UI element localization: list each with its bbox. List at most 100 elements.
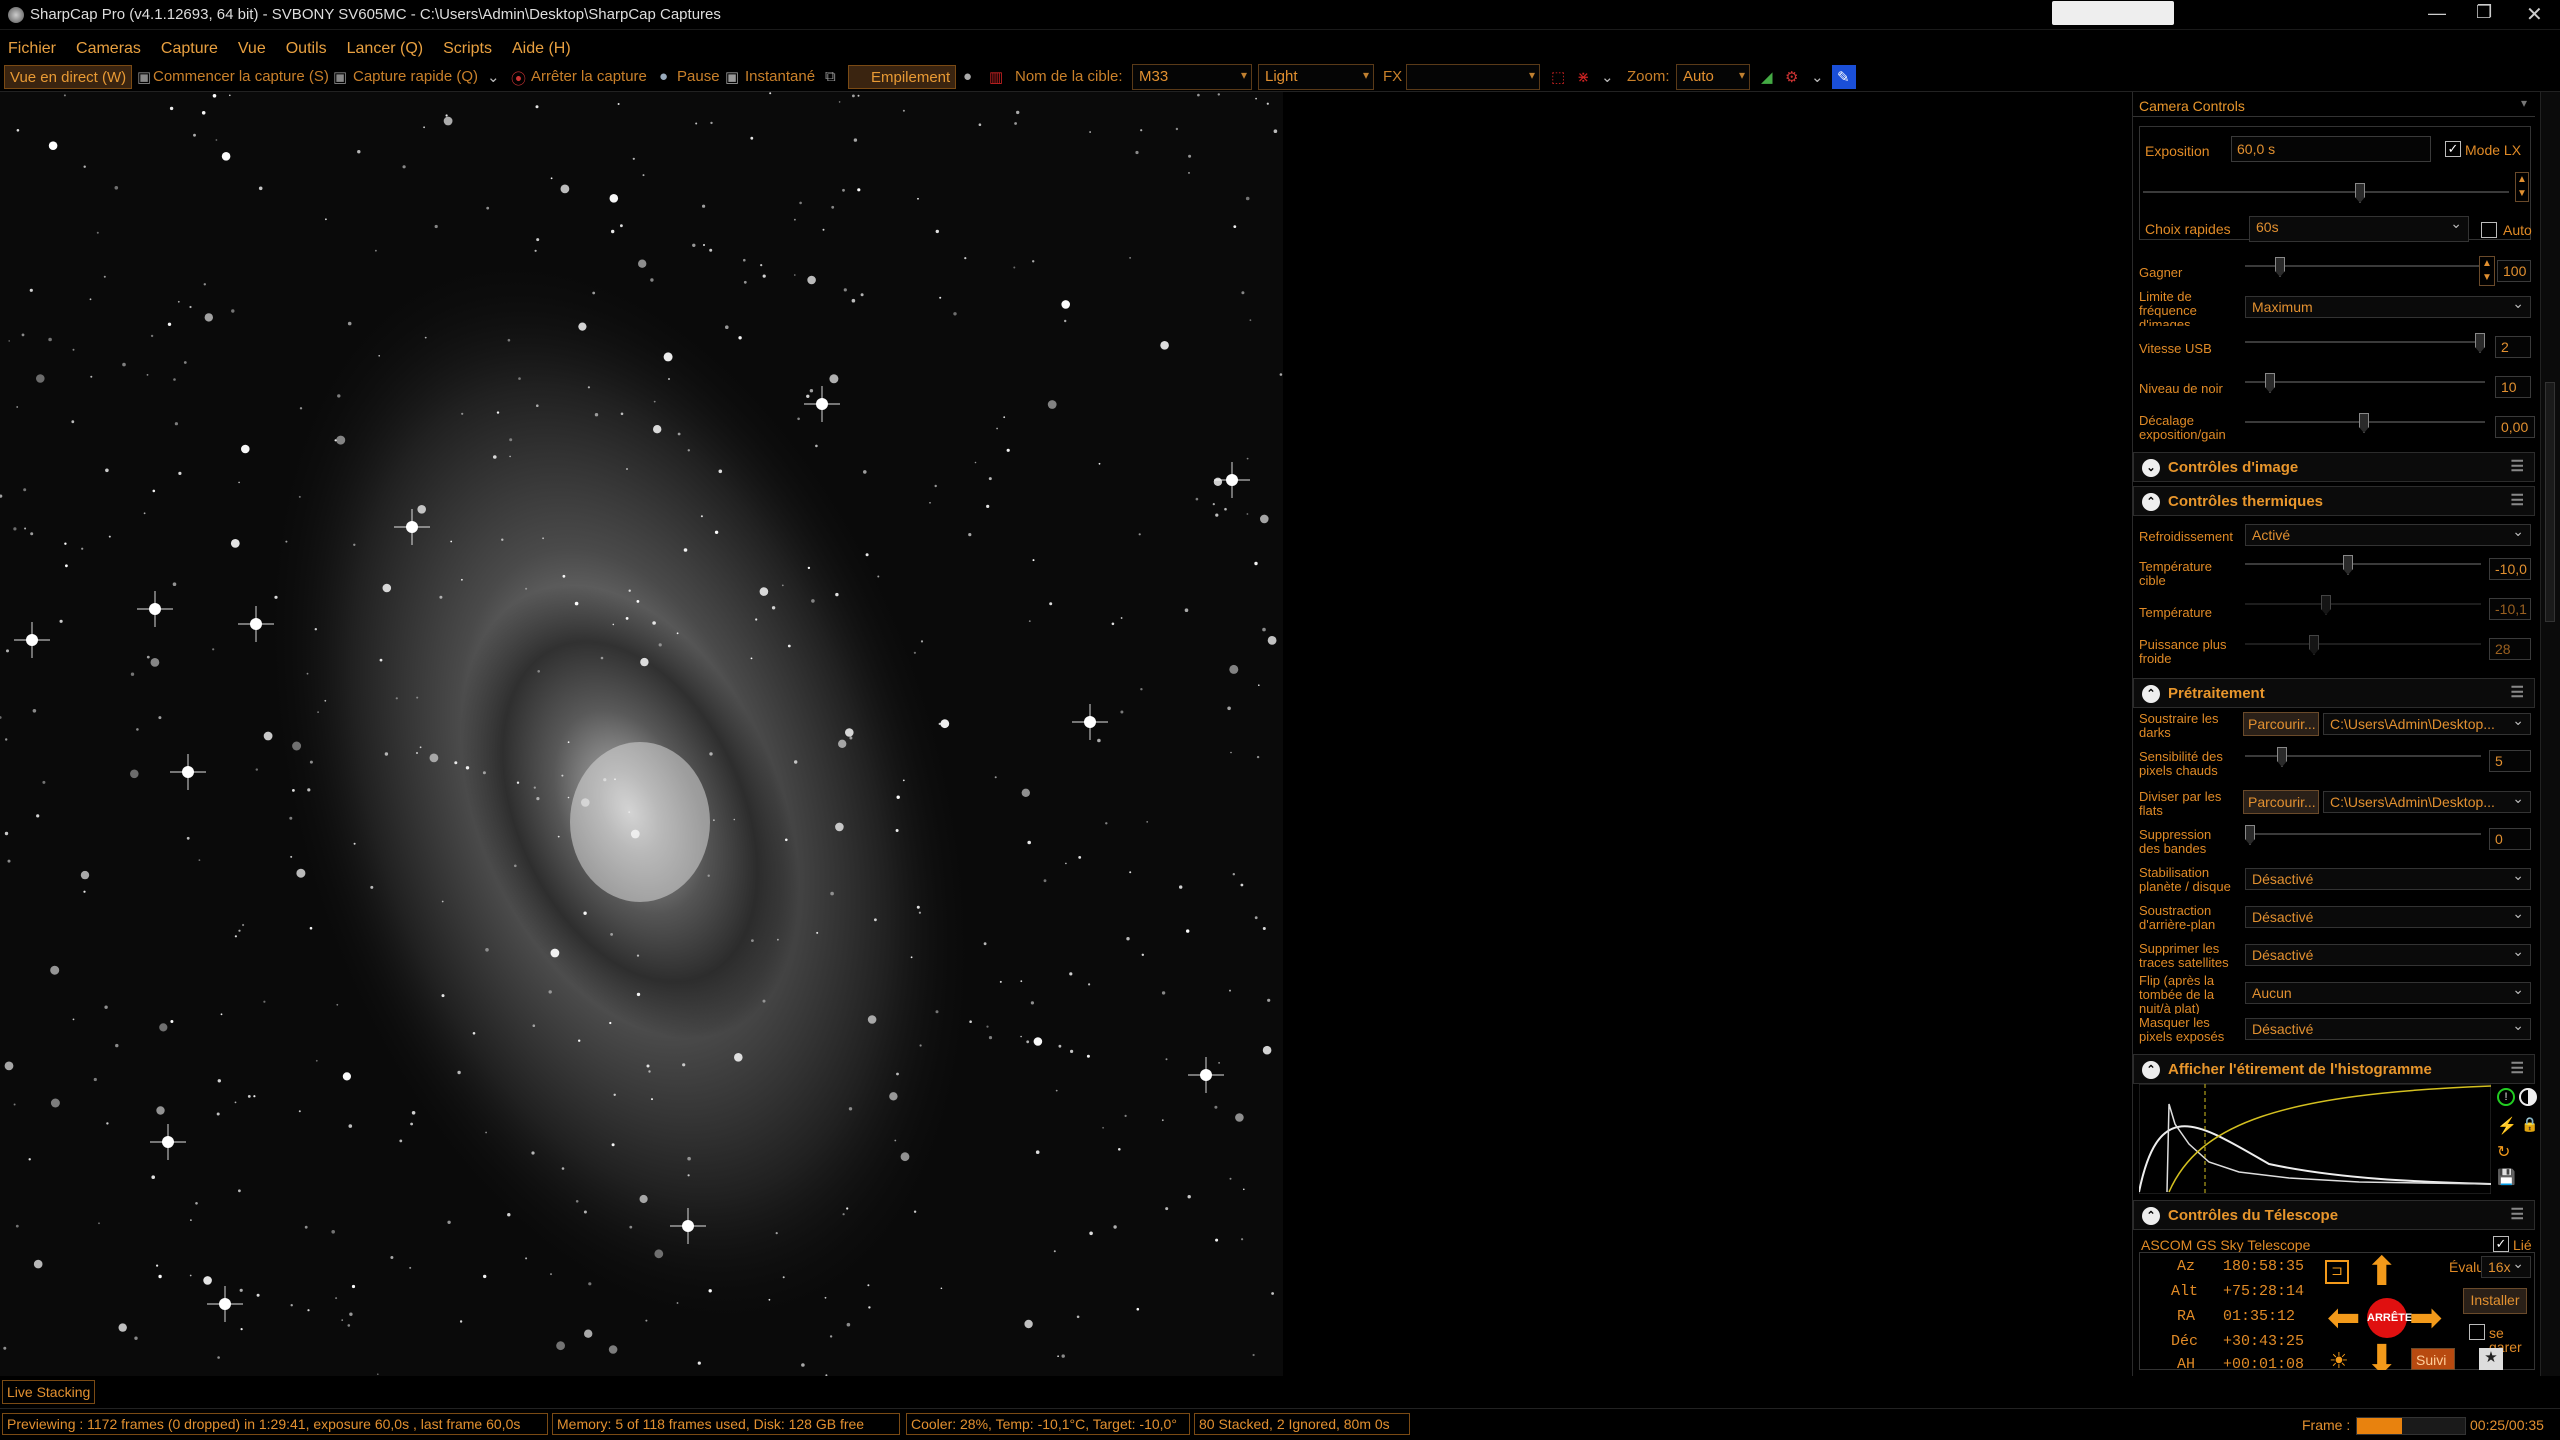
expand-icon[interactable]: ⌄ — [2142, 459, 2160, 477]
satellite-select[interactable]: Désactivé — [2245, 943, 2531, 966]
live-stacking-tab[interactable]: Live Stacking — [2, 1380, 96, 1404]
preprocessing-header[interactable]: ⌃ Prétraitement ☰ — [2133, 678, 2535, 708]
reticle-icon[interactable]: ⬚ — [1546, 65, 1570, 89]
north-arrow-icon[interactable]: ⬆ — [2365, 1252, 2399, 1292]
collapse-icon-2[interactable]: ⌃ — [2142, 685, 2160, 703]
menu-scripts[interactable]: Scripts — [435, 30, 504, 58]
pause-button[interactable]: Pause — [672, 65, 725, 89]
cooling-select[interactable]: Activé — [2245, 523, 2531, 546]
black-level-slider[interactable] — [2245, 372, 2485, 394]
offset-value[interactable]: 0,00 — [2495, 416, 2535, 438]
rate-select[interactable]: 16x — [2481, 1255, 2531, 1278]
park-checkbox[interactable] — [2469, 1324, 2485, 1340]
flip-select[interactable]: Aucun — [2245, 981, 2531, 1004]
gain-slider[interactable] — [2245, 256, 2479, 278]
focus-icon[interactable]: ⋇ — [1572, 65, 1595, 89]
hist-contrast-icon[interactable] — [2519, 1088, 2537, 1106]
scroll-thumb[interactable] — [2545, 382, 2555, 622]
target-temp-value[interactable]: -10,0 — [2489, 558, 2531, 580]
thermal-controls-header[interactable]: ⌃ Contrôles thermiques ☰ — [2133, 486, 2535, 516]
banding-value[interactable]: 0 — [2489, 828, 2531, 850]
live-view-button[interactable]: Vue en direct (W) — [4, 65, 133, 89]
quick-choice-select[interactable]: 60s — [2249, 215, 2469, 242]
target-name-input[interactable]: M33 — [1132, 64, 1252, 90]
menu-vue[interactable]: Vue — [230, 30, 278, 58]
menu-lancer[interactable]: Lancer (Q) — [339, 30, 435, 58]
framerate-select[interactable]: Maximum — [2245, 295, 2531, 318]
chevron-down-icon-2[interactable]: ⌄ — [1596, 65, 1619, 89]
hist-reset-icon[interactable]: ↻ — [2497, 1142, 2510, 1162]
menu-icon[interactable]: ☰ — [2511, 457, 2524, 475]
chevron-down-icon-3[interactable]: ⌄ — [1806, 65, 1829, 89]
collapse-icon-3[interactable]: ⌃ — [2142, 1061, 2160, 1079]
west-arrow-icon[interactable]: ⬅ — [2327, 1298, 2361, 1338]
chevron-down-icon[interactable]: ⌄ — [482, 65, 505, 89]
star-icon[interactable]: ★ — [2479, 1348, 2503, 1370]
tray-icons[interactable] — [2052, 1, 2174, 25]
sun-icon[interactable]: ☀ — [2329, 1348, 2349, 1374]
menu-fichier[interactable]: Fichier — [0, 30, 68, 58]
usb-speed-value[interactable]: 2 — [2495, 336, 2531, 358]
menu-cameras[interactable]: Cameras — [68, 30, 153, 58]
gain-value[interactable]: 100 — [2497, 260, 2531, 282]
hist-lock-icon[interactable]: 🔒 — [2521, 1116, 2538, 1133]
stop-button[interactable]: ARRÊTE — [2367, 1298, 2412, 1338]
flats-path-select[interactable]: C:\Users\Admin\Desktop... — [2323, 790, 2531, 813]
zoom-select[interactable]: Auto — [1676, 64, 1750, 90]
install-button[interactable]: Installer — [2463, 1288, 2527, 1314]
mask-select[interactable]: Désactivé — [2245, 1017, 2531, 1040]
darks-path-select[interactable]: C:\Users\Admin\Desktop... — [2323, 712, 2531, 735]
hist-flash-icon[interactable]: ⚡ — [2497, 1116, 2517, 1136]
darks-browse-button[interactable]: Parcourir... — [2243, 712, 2319, 736]
histogram-graph[interactable] — [2139, 1084, 2491, 1194]
black-level-value[interactable]: 10 — [2495, 376, 2531, 398]
stop-capture-button[interactable]: Arrêter la capture — [526, 65, 652, 89]
usb-speed-slider[interactable] — [2245, 332, 2485, 354]
minimize-icon[interactable]: — — [2428, 3, 2446, 24]
panel-scrollbar[interactable] — [2540, 92, 2560, 1376]
south-arrow-icon[interactable]: ⬇ — [2365, 1340, 2399, 1370]
track-button[interactable]: Suivi — [2411, 1348, 2455, 1370]
collapse-icon[interactable]: ⌃ — [2142, 493, 2160, 511]
exposure-input[interactable]: 60,0 s — [2231, 136, 2431, 162]
menu-aide[interactable]: Aide (H) — [504, 30, 583, 58]
histogram-icon[interactable]: ◢ — [1756, 65, 1778, 89]
linked-checkbox[interactable]: ✓ — [2493, 1236, 2509, 1252]
start-capture-button[interactable]: Commencer la capture (S) — [148, 65, 334, 89]
snapshot-button[interactable]: Instantané — [740, 65, 820, 89]
menu-icon-3[interactable]: ☰ — [2511, 683, 2524, 701]
east-arrow-icon[interactable]: ➡ — [2409, 1298, 2443, 1338]
exposure-spin[interactable]: ▲ ▼ — [2515, 172, 2529, 202]
image-controls-header[interactable]: ⌄ Contrôles d'image ☰ — [2133, 452, 2535, 482]
hist-auto-icon[interactable]: ! — [2497, 1088, 2515, 1106]
menu-icon-5[interactable]: ☰ — [2511, 1205, 2524, 1223]
exposure-slider[interactable] — [2143, 182, 2509, 204]
hist-save-icon[interactable]: 💾 — [2497, 1168, 2516, 1186]
settings-icon[interactable]: ⚙ — [1780, 65, 1803, 89]
fx-select[interactable] — [1406, 64, 1540, 90]
panel-pin-icon[interactable]: ▾ — [2521, 96, 2527, 110]
record-icon[interactable]: ● — [958, 65, 977, 89]
mode-lx-checkbox[interactable]: ✓ — [2445, 141, 2461, 157]
menu-capture[interactable]: Capture — [153, 30, 230, 58]
offset-slider[interactable] — [2245, 412, 2485, 434]
goto-icon[interactable]: ⊐ — [2325, 1260, 2349, 1284]
menu-icon-2[interactable]: ☰ — [2511, 491, 2524, 509]
quick-capture-button[interactable]: Capture rapide (Q) — [348, 65, 483, 89]
target-temp-slider[interactable] — [2245, 554, 2481, 576]
brush-icon[interactable]: ✎ — [1832, 65, 1856, 89]
menu-icon-4[interactable]: ☰ — [2511, 1059, 2524, 1077]
telescope-header[interactable]: ⌃ Contrôles du Télescope ☰ — [2133, 1200, 2535, 1230]
menu-outils[interactable]: Outils — [278, 30, 339, 58]
stabilization-select[interactable]: Désactivé — [2245, 867, 2531, 890]
banding-slider[interactable] — [2245, 824, 2481, 846]
hot-pixel-value[interactable]: 5 — [2489, 750, 2531, 772]
flats-browse-button[interactable]: Parcourir... — [2243, 790, 2319, 814]
collapse-icon-4[interactable]: ⌃ — [2142, 1207, 2160, 1225]
close-icon[interactable]: ✕ — [2526, 2, 2543, 27]
monitor-icon[interactable]: ⧉ — [820, 65, 841, 89]
hot-pixel-slider[interactable] — [2245, 746, 2481, 768]
maximize-icon[interactable]: ❐ — [2476, 2, 2492, 23]
gain-spin[interactable]: ▲ ▼ — [2479, 256, 2495, 286]
frame-type-select[interactable]: Light — [1258, 64, 1374, 90]
